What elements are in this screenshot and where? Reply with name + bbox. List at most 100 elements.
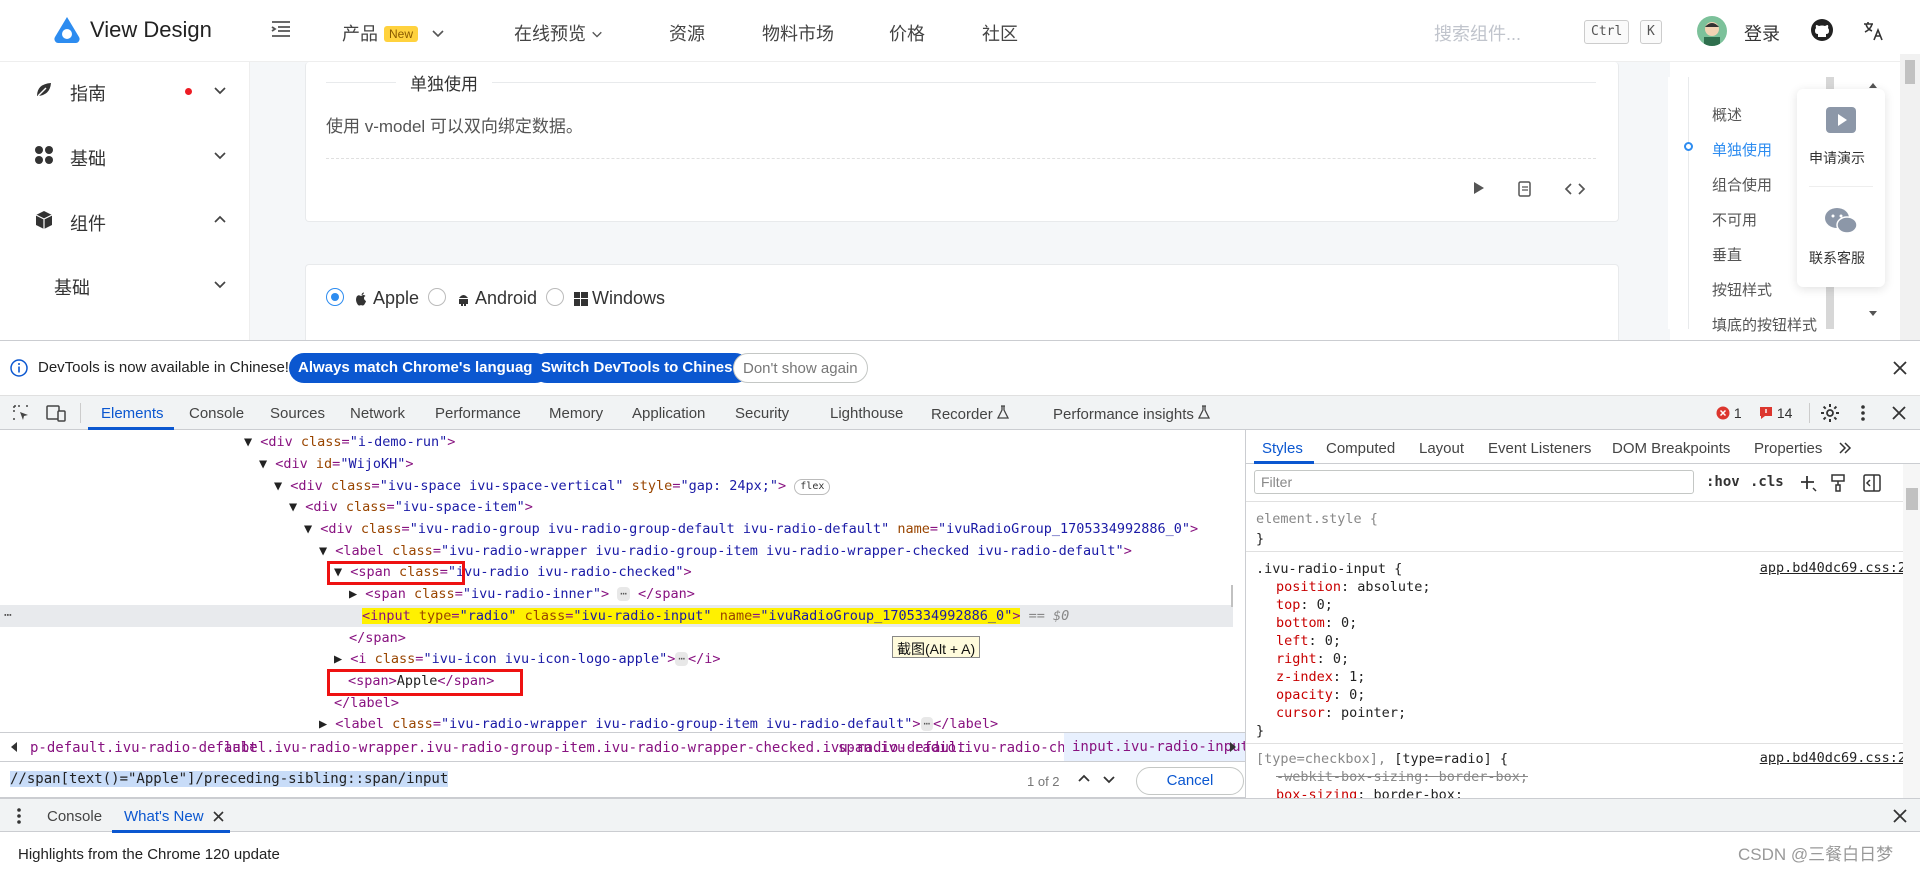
view-design-logo-icon[interactable] [52,15,82,45]
toc-item[interactable]: 概述 [1712,104,1742,125]
drawer-menu-icon[interactable] [16,807,22,825]
more-options-icon[interactable] [1860,403,1866,423]
tab-recorder[interactable]: Recorder [931,405,1009,423]
sidebar-item-guide[interactable]: 指南 [0,70,250,110]
page-scrollbar[interactable] [1900,54,1920,340]
sidebar-subitem-basics[interactable]: 基础 [0,264,250,304]
toc-item[interactable]: 垂直 [1712,244,1742,265]
stylesheet-source-link[interactable]: app.bd40dc69.css:2 [1760,560,1906,576]
component-search-input[interactable]: 搜索组件... [1434,20,1521,46]
tab-properties[interactable]: Properties [1754,440,1822,457]
nav-item-pricing[interactable]: 价格 [889,20,925,46]
tab-event-listeners[interactable]: Event Listeners [1488,440,1591,457]
tab-sources[interactable]: Sources [270,405,325,422]
device-toolbar-icon[interactable] [46,404,66,422]
tree-node[interactable]: ▼ <div class="i-demo-run"> [0,431,1233,453]
close-devtools-icon[interactable] [1892,406,1906,420]
tree-node[interactable]: ▼ <div class="ivu-space-item"> [0,496,1233,518]
tab-dom-breakpoints[interactable]: DOM Breakpoints [1612,440,1730,457]
css-declaration[interactable]: box-sizing: border-box; [1276,786,1463,798]
nav-item-market[interactable]: 物料市场 [762,20,834,46]
tree-node[interactable]: ▶ <i class="ivu-icon ivu-icon-logo-apple… [0,648,1233,670]
tab-security[interactable]: Security [735,405,789,422]
tab-styles[interactable]: Styles [1262,440,1303,457]
breadcrumb-right-icon[interactable] [1229,741,1237,753]
request-demo-link[interactable]: 申请演示 [1809,148,1865,168]
wechat-icon[interactable] [1824,207,1858,235]
radio-android[interactable] [428,288,446,306]
rule-selector[interactable]: .ivu-radio-input { [1256,560,1402,578]
nav-item-resources[interactable]: 资源 [669,20,705,46]
run-demo-icon[interactable] [1470,180,1486,196]
login-link[interactable]: 登录 [1744,20,1780,46]
menu-toggle-icon[interactable] [270,18,292,40]
radio-apple[interactable] [326,288,344,306]
css-declaration[interactable]: bottom: 0; [1276,614,1357,632]
drawer-tab-whats-new[interactable]: What's New [124,808,204,825]
tab-application[interactable]: Application [632,405,705,422]
tree-node-selected[interactable]: <input type="radio" class="ivu-radio-inp… [0,605,1233,627]
node-actions-ellipsis[interactable]: ⋯ [4,605,12,627]
css-declaration-overridden[interactable]: -webkit-box-sizing: border-box; [1276,768,1528,786]
nav-item-preview[interactable]: 在线预览 [514,20,603,46]
close-drawer-icon[interactable] [1893,809,1907,823]
logo-text[interactable]: View Design [90,17,212,43]
rule-selector[interactable]: [type=checkbox], [type=radio] { [1256,750,1508,768]
close-tab-icon[interactable] [213,811,224,822]
toc-item[interactable]: 填底的按钮样式 [1712,314,1817,335]
tab-layout[interactable]: Layout [1419,440,1464,457]
show-code-icon[interactable] [1564,181,1586,197]
new-style-rule-icon[interactable] [1799,474,1817,492]
tree-node[interactable]: ▶ <span class="ivu-radio-inner"> ⋯ </spa… [0,583,1233,605]
next-match-icon[interactable] [1101,771,1117,787]
tab-memory[interactable]: Memory [549,405,603,422]
styles-filter-input[interactable]: Filter [1254,470,1694,494]
tree-scrollbar-thumb[interactable] [1231,585,1233,607]
nav-item-product[interactable]: 产品 New [342,20,445,46]
avatar[interactable] [1697,16,1727,46]
dont-show-again-button[interactable]: Don't show again [733,353,868,383]
switch-to-chinese-button[interactable]: Switch DevTools to Chinese [532,353,750,383]
cancel-search-button[interactable]: Cancel [1136,767,1244,795]
tab-elements[interactable]: Elements [101,405,164,422]
element-style-rule[interactable]: element.style { [1256,510,1378,528]
styles-scrollbar-thumb[interactable] [1906,488,1918,510]
css-declaration[interactable]: z-index: 1; [1276,668,1365,686]
inspect-element-icon[interactable] [12,404,30,422]
paint-brush-icon[interactable] [1830,474,1846,492]
tab-performance[interactable]: Performance [435,405,521,422]
toggle-sidebar-icon[interactable] [1863,474,1881,492]
tree-node[interactable]: ▼ <div class="ivu-radio-group ivu-radio-… [0,518,1233,540]
sidebar-item-components[interactable]: 组件 [0,200,250,240]
css-declaration[interactable]: right: 0; [1276,650,1349,668]
stylesheet-source-link[interactable]: app.bd40dc69.css:2 [1760,750,1906,766]
language-icon[interactable] [1862,20,1884,42]
tree-node[interactable]: <span>Apple</span> [0,670,1233,692]
more-tabs-chevron-icon[interactable] [1838,441,1852,455]
collapsed-ellipsis[interactable]: ⋯ [675,652,689,666]
play-video-icon[interactable] [1826,107,1856,133]
scroll-up-icon[interactable] [1868,81,1878,89]
tree-node[interactable]: ▼ <div class="ivu-space ivu-space-vertic… [0,475,1233,497]
css-declaration[interactable]: position: absolute; [1276,578,1430,596]
settings-gear-icon[interactable] [1820,403,1840,423]
styles-scrollbar[interactable] [1903,464,1920,798]
always-match-language-button[interactable]: Always match Chrome's language [289,353,550,383]
toc-item[interactable]: 不可用 [1712,209,1757,230]
css-declaration[interactable]: top: 0; [1276,596,1333,614]
collapsed-ellipsis[interactable]: ⋯ [617,587,630,601]
css-declaration[interactable]: cursor: pointer; [1276,704,1406,722]
error-counter[interactable]: 1 [1716,405,1742,421]
tree-node[interactable]: </span> [0,627,1233,649]
tab-performance-insights[interactable]: Performance insights [1053,405,1211,423]
copy-code-icon[interactable] [1517,180,1533,198]
flex-badge[interactable]: flex [794,479,831,495]
hover-state-toggle[interactable]: :hov [1706,474,1740,490]
tab-network[interactable]: Network [350,405,405,422]
tab-lighthouse[interactable]: Lighthouse [830,405,903,422]
tree-node[interactable]: ▶ <label class="ivu-radio-wrapper ivu-ra… [0,713,1233,732]
nav-item-community[interactable]: 社区 [982,20,1018,46]
page-scrollbar-thumb[interactable] [1905,60,1915,84]
breadcrumb-left-icon[interactable] [10,741,18,753]
previous-match-icon[interactable] [1076,771,1092,787]
